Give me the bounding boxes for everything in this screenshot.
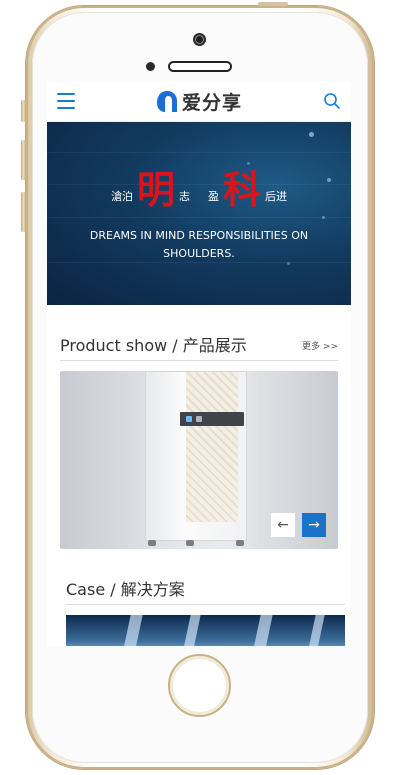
hero-banner: 滄泊 明 志 盈 科 后进 DREAMS IN MIND RESPONSIBIL…	[47, 122, 351, 305]
mute-switch	[21, 100, 26, 122]
search-icon[interactable]	[323, 92, 341, 110]
home-button[interactable]	[168, 654, 231, 717]
products-title: Product show / 产品展示	[60, 336, 247, 355]
front-camera	[193, 33, 206, 46]
site-logo[interactable]: 爱分享	[156, 88, 242, 115]
slogan-part-1: 滄泊	[110, 190, 133, 203]
power-button	[258, 2, 288, 6]
banner-slogan-english: DREAMS IN MIND RESPONSIBILITIES ON SHOUL…	[89, 229, 309, 260]
logo-text: 爱分享	[181, 91, 242, 114]
banner-slogan: 滄泊 明 志 盈 科 后进	[47, 170, 351, 210]
slogan-highlight-2: 科	[223, 167, 262, 212]
products-header: Product show / 产品展示 更多 >>	[60, 332, 338, 361]
slogan-highlight-1: 明	[136, 167, 175, 212]
case-image[interactable]	[66, 615, 345, 646]
slide-next-button[interactable]: →	[302, 513, 326, 537]
slogan-part-4: 后进	[265, 190, 288, 203]
cases-header: Case / 解决方案	[66, 576, 345, 605]
logo-icon	[156, 91, 177, 112]
product-slide[interactable]: ← →	[60, 371, 338, 549]
cases-title: Case / 解决方案	[66, 580, 185, 599]
products-section: Product show / 产品展示 更多 >> ← → Case / 解决方…	[47, 332, 351, 646]
more-link[interactable]: 更多 >>	[302, 339, 338, 352]
air-purifier-image	[145, 371, 247, 546]
earpiece-speaker	[168, 61, 232, 72]
volume-down-button	[21, 192, 26, 232]
hamburger-icon[interactable]	[57, 93, 75, 109]
volume-up-button	[21, 140, 26, 180]
slide-prev-button[interactable]: ←	[271, 513, 295, 537]
slogan-part-2: 志	[179, 190, 190, 203]
proximity-sensor	[146, 62, 155, 71]
screen: 爱分享 滄泊 明 志 盈 科 后进 DREAMS IN MIND RESPONS…	[47, 81, 351, 646]
slogan-part-3: 盈	[208, 190, 219, 203]
site-header: 爱分享	[47, 81, 351, 122]
